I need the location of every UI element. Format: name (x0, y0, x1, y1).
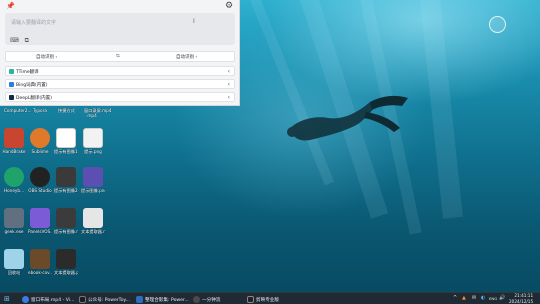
copy-icon[interactable]: ⧉ (25, 37, 29, 44)
desktop-icon-image5[interactable]: 文本提取器.png (54, 249, 78, 275)
desktop-icon-honeyb[interactable]: Honeyb... (2, 167, 26, 193)
obs-icon (30, 167, 50, 187)
start-button[interactable]: ⊞ (3, 294, 13, 304)
mail-icon[interactable]: ✉ (472, 295, 476, 301)
desktop-icon-recycle-bin[interactable]: 回收站 (2, 249, 26, 275)
bing-icon (9, 81, 14, 87)
image-file-icon (56, 167, 76, 187)
desktop-label: 快捷方式 (58, 108, 75, 113)
engine-name: Bing词典(内置) (16, 83, 48, 88)
chevron-icon[interactable]: ‹ (228, 94, 230, 101)
language-bar: 自动识别 ‹ ⇆ 自动识别 ‹ (5, 51, 235, 62)
desktop-icon-handbrake[interactable]: HandBrake (2, 128, 26, 154)
engine-row-deepl[interactable]: DeepL翻译(内置) ‹ (5, 92, 235, 102)
swap-language-icon[interactable]: ⇆ (116, 54, 120, 59)
windows-icon: ⊞ (4, 295, 10, 303)
clock-date: 2024/12/15 (509, 298, 534, 304)
cursor-highlight (489, 16, 506, 33)
input-language[interactable]: ENG (489, 296, 497, 301)
desktop-icon-panels[interactable]: PanelsVOS... (28, 208, 52, 234)
desktop-icon-video1[interactable]: 提示有图像.mp4 (54, 208, 78, 234)
taskbar-item-jianying[interactable]: 剪映专业版 (245, 294, 290, 304)
translate-input[interactable]: 请输入要翻译的文字 I (5, 13, 235, 45)
sublime-icon (30, 128, 50, 148)
desktop-icon-image1[interactable]: 提示有图像1.png (54, 128, 78, 154)
jianying-icon (247, 295, 254, 303)
video-file-icon (56, 208, 76, 228)
handbrake-icon (4, 128, 24, 148)
chrome-icon (22, 295, 29, 303)
source-language-select[interactable]: 自动识别 ‹ (36, 54, 57, 60)
system-clock[interactable]: 21:41:11 2024/12/15 (509, 293, 533, 304)
photos-icon (136, 295, 143, 303)
pin-icon[interactable]: 📌 (6, 2, 15, 10)
network-icon[interactable]: ◐ (481, 295, 485, 301)
input-placeholder: 请输入要翻译的文字 (11, 20, 57, 26)
target-language-select[interactable]: 自动识别 ‹ (176, 54, 197, 60)
image-file-icon (83, 128, 103, 148)
honeyb-icon (4, 167, 24, 187)
desktop-label-suffix: .mp4 (86, 113, 97, 118)
desktop-icon-image4[interactable]: 提示图像.png (81, 167, 105, 193)
desktop-icon-obs[interactable]: OBS Studio (28, 167, 52, 193)
ttime-icon (9, 68, 14, 74)
image-file-icon (56, 128, 76, 148)
ebook-icon (30, 249, 50, 269)
tray-overflow-icon[interactable]: ^ (453, 295, 457, 301)
desktop-icon-geek[interactable]: geek.exe (2, 208, 26, 234)
recycle-bin-icon (4, 249, 24, 269)
diver-image (287, 95, 408, 141)
desktop-label: Typora (33, 108, 47, 113)
typora-icon (79, 295, 86, 303)
taskbar-item-album[interactable]: 整理合影集: Power... (134, 294, 189, 304)
translator-titlebar: 📌 ⚙ (0, 0, 240, 12)
tray-app-icon[interactable]: ▲ (462, 295, 466, 301)
panels-icon (30, 208, 50, 228)
translator-window: 📌 ⚙ 请输入要翻译的文字 I ⌨ ⧉ 自动识别 ‹ ⇆ 自动识别 ‹ TTim… (0, 0, 240, 106)
desktop-icon-video2[interactable]: 文本提取器.mp4 (81, 208, 105, 234)
chevron-icon[interactable]: ‹ (228, 81, 230, 88)
chevron-icon[interactable]: ‹ (228, 68, 230, 75)
keyboard-icon[interactable]: ⌨ (10, 37, 19, 44)
desktop-label: Computer2... (4, 108, 32, 113)
video-file-icon (83, 208, 103, 228)
desktop-icon-image2[interactable]: 提示.png (81, 128, 105, 154)
taskbar-item-video[interactable]: 窗口布局.mp4 - Vi... (20, 294, 75, 304)
engine-row-bing[interactable]: Bing词典(内置) ‹ (5, 79, 235, 89)
desktop-icon-ebook[interactable]: ebook-cov... (28, 249, 52, 275)
engine-name: DeepL翻译(内置) (16, 96, 52, 101)
geek-icon (4, 208, 24, 228)
app-icon (193, 295, 200, 303)
desktop-icon-sublime[interactable]: Sublime (28, 128, 52, 154)
deepl-icon (9, 94, 14, 100)
volume-icon[interactable]: 🔊 (499, 295, 505, 301)
image-file-icon (56, 249, 76, 269)
taskbar: ⊞ 窗口布局.mp4 - Vi... 公众号: PowerToy... 整理合影… (0, 292, 540, 304)
taskbar-item-powertoys[interactable]: 公众号: PowerToy... (77, 294, 132, 304)
engine-row-ttime[interactable]: TTime翻译 ‹ (5, 66, 235, 76)
engine-name: TTime翻译 (16, 70, 39, 75)
taskbar-item-stream[interactable]: 一分钟流 (191, 294, 236, 304)
input-tools: ⌨ ⧉ (10, 37, 33, 45)
image-file-icon (83, 167, 103, 187)
settings-gear-icon[interactable]: ⚙ (225, 1, 233, 11)
text-caret: I (193, 18, 195, 25)
desktop-icon-image3[interactable]: 提示有图像2.png (54, 167, 78, 193)
